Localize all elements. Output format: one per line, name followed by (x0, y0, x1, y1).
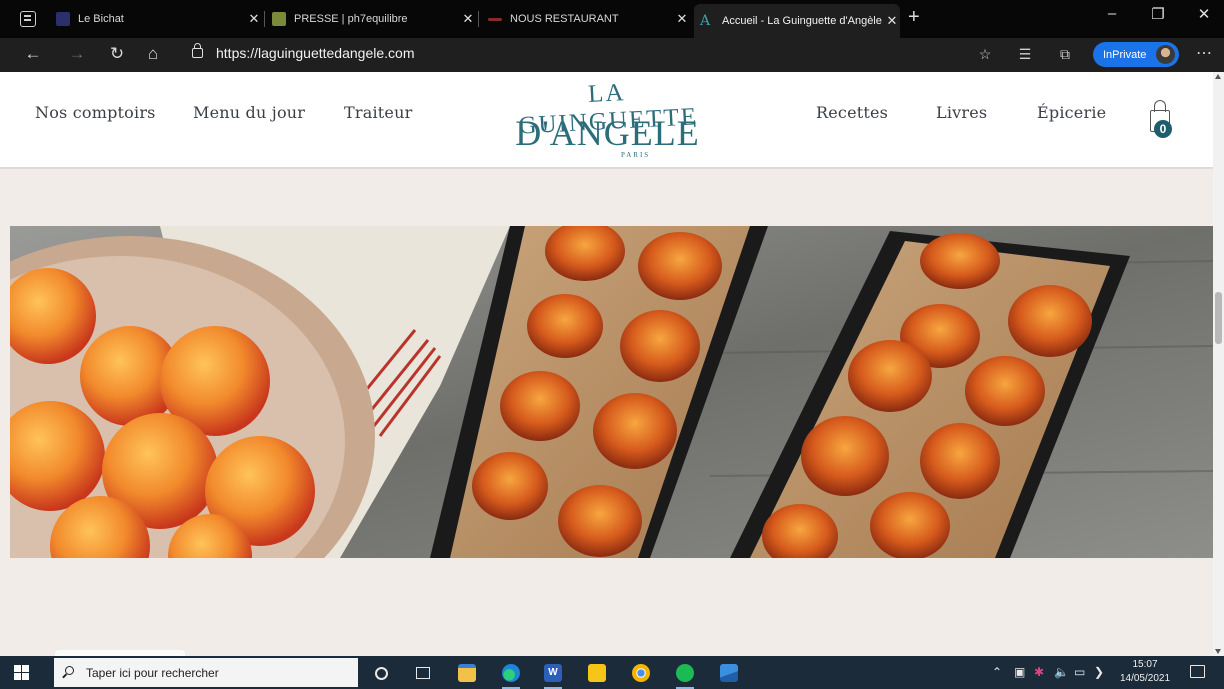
spotify-icon[interactable] (672, 660, 698, 689)
browser-tab-presse[interactable]: PRESSE | ph7equilibre ✕ (272, 4, 476, 34)
forward-button[interactable]: → (64, 44, 90, 64)
search-icon (65, 666, 74, 675)
file-explorer-icon[interactable] (454, 660, 480, 686)
more-options-icon[interactable]: ⋯ (1196, 43, 1212, 63)
tab-title: Accueil - La Guinguette d'Angèle (722, 15, 882, 27)
logo-line-2: D'ANGELE (515, 113, 700, 153)
home-button[interactable]: ⌂ (140, 44, 166, 64)
lock-icon[interactable] (192, 43, 203, 58)
screen: Le Bichat ✕ PRESSE | ph7equilibre ✕ NOUS… (0, 0, 1224, 689)
tab-title: NOUS RESTAURANT (510, 13, 619, 25)
back-button[interactable]: ← (20, 44, 46, 64)
site-logo[interactable]: LA GUINGUETTE D'ANGELE PARIS (505, 78, 710, 166)
webpage: Nos comptoirs Menu du jour Traiteur LA G… (0, 72, 1213, 656)
taskbar-clock[interactable]: 15:07 14/05/2021 (1118, 658, 1172, 686)
app-tray-icon[interactable]: ✱ (1034, 665, 1044, 679)
tab-title: Le Bichat (78, 13, 124, 25)
volume-icon[interactable]: 🔈 (1054, 665, 1069, 679)
windows-taskbar: Taper ici pour rechercher W ⌃ ▣ ✱ 🔈 ▭ ❯ … (0, 656, 1224, 689)
nav-traiteur[interactable]: Traiteur (344, 103, 412, 122)
tab-favicon-icon (272, 12, 286, 26)
notification-center-icon[interactable] (1190, 665, 1205, 678)
browser-toolbar: ← → ↻ ⌂ https://laguinguettedangele.com … (0, 38, 1224, 72)
cart-count-badge: 0 (1154, 120, 1172, 138)
browser-tab-strip: Le Bichat ✕ PRESSE | ph7equilibre ✕ NOUS… (0, 0, 1224, 38)
collections-icon[interactable]: ⧉ (1054, 46, 1076, 63)
sticky-notes-icon[interactable] (584, 660, 610, 686)
scroll-up-icon[interactable] (1215, 74, 1221, 79)
hero-image (10, 226, 1213, 558)
word-icon[interactable]: W (540, 660, 566, 689)
new-tab-button[interactable]: + (908, 6, 920, 29)
close-tab-icon[interactable]: ✕ (246, 11, 262, 27)
tab-actions-icon[interactable] (20, 11, 36, 27)
edge-icon[interactable] (498, 660, 524, 689)
photos-icon[interactable] (716, 660, 742, 686)
browser-tab-guinguette-active[interactable]: A Accueil - La Guinguette d'Angèle ✕ (694, 4, 900, 38)
refresh-button[interactable]: ↻ (104, 44, 130, 64)
tab-favicon-icon: A (700, 13, 711, 29)
tab-favicon-icon (488, 17, 502, 21)
favorite-star-icon[interactable]: ☆ (974, 46, 996, 63)
meet-now-icon[interactable]: ▣ (1014, 665, 1025, 679)
windows-start-icon[interactable] (14, 665, 29, 680)
nav-nos-comptoirs[interactable]: Nos comptoirs (35, 103, 156, 122)
close-tab-icon[interactable]: ✕ (460, 11, 476, 27)
cortana-icon[interactable] (368, 660, 394, 686)
favorites-icon[interactable]: ☰ (1014, 46, 1036, 63)
restore-button[interactable]: ❐ (1138, 5, 1178, 23)
browser-tab-nous-restaurant[interactable]: NOUS RESTAURANT ✕ (488, 4, 690, 34)
nav-livres[interactable]: Livres (936, 103, 987, 122)
scroll-down-icon[interactable] (1215, 649, 1221, 654)
inprivate-badge[interactable]: InPrivate (1093, 42, 1179, 67)
tab-title: PRESSE | ph7equilibre (294, 13, 408, 25)
inprivate-label: InPrivate (1103, 48, 1147, 61)
address-bar[interactable]: https://laguinguettedangele.com (216, 45, 414, 61)
chrome-icon[interactable] (628, 660, 654, 686)
task-view-icon[interactable] (410, 660, 436, 686)
close-tab-icon[interactable]: ✕ (884, 13, 900, 29)
taskbar-search-box[interactable]: Taper ici pour rechercher (54, 658, 358, 687)
cart-button[interactable]: 0 (1147, 98, 1173, 144)
profile-avatar (1156, 45, 1175, 64)
tab-favicon-icon (56, 12, 70, 26)
tray-overflow-icon[interactable]: ⌃ (992, 665, 1002, 679)
nav-recettes[interactable]: Recettes (816, 103, 888, 122)
logo-line-3: PARIS (621, 151, 651, 159)
close-tab-icon[interactable]: ✕ (674, 11, 690, 27)
clock-time: 15:07 (1132, 659, 1158, 670)
wifi-icon[interactable]: ❯ (1094, 665, 1104, 679)
nav-epicerie[interactable]: Épicerie (1037, 103, 1106, 122)
browser-tab-le-bichat[interactable]: Le Bichat ✕ (56, 4, 262, 34)
page-scrollbar[interactable] (1213, 72, 1224, 656)
nav-menu-du-jour[interactable]: Menu du jour (193, 103, 305, 122)
battery-icon[interactable]: ▭ (1074, 665, 1085, 679)
site-header: Nos comptoirs Menu du jour Traiteur LA G… (0, 72, 1213, 169)
close-window-button[interactable]: ✕ (1184, 5, 1224, 23)
scroll-thumb[interactable] (1215, 292, 1222, 344)
hero-illustration (10, 226, 1213, 558)
search-placeholder: Taper ici pour rechercher (86, 665, 219, 680)
clock-date: 14/05/2021 (1119, 673, 1171, 684)
minimize-button[interactable]: – (1092, 5, 1132, 22)
